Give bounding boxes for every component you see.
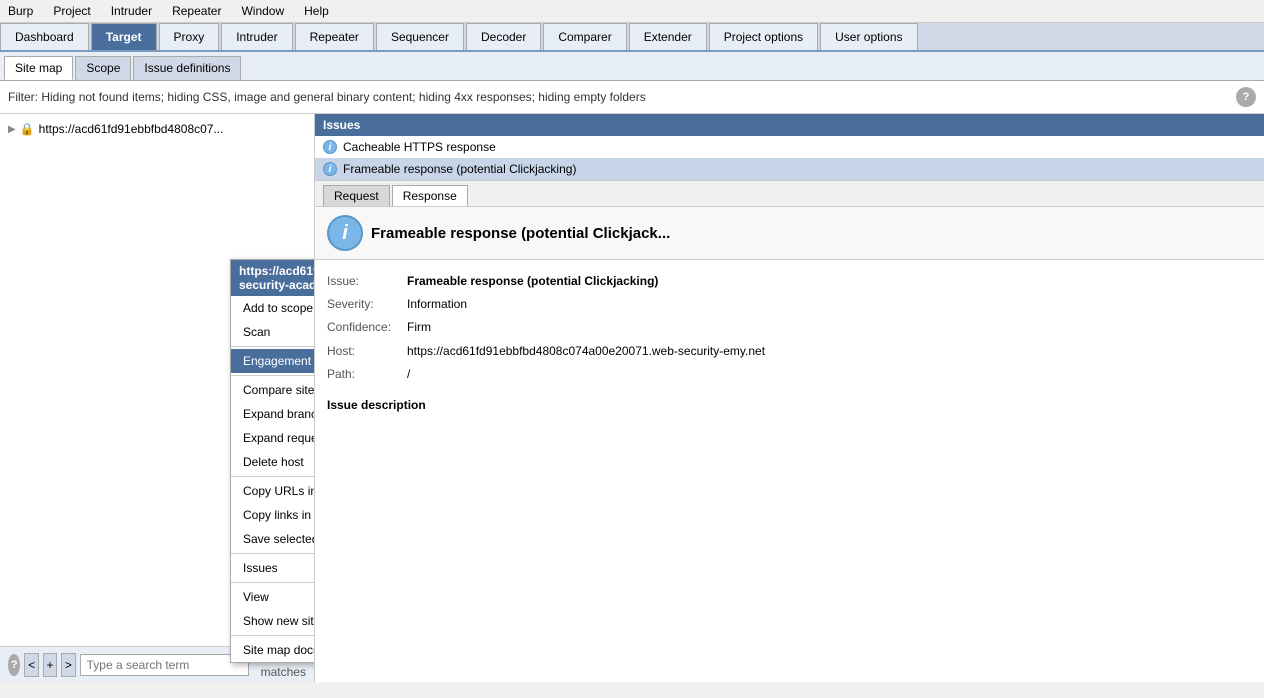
detail-row-path: Path: / bbox=[327, 365, 1252, 384]
subtab-scope[interactable]: Scope bbox=[75, 56, 131, 80]
context-menu: https://acd61fd91ebbfbd4808c...071.web-s… bbox=[230, 259, 315, 663]
detail-label-host: Host: bbox=[327, 342, 407, 361]
left-panel: ▶ 🔒 https://acd61fd91ebbfbd4808c07... ht… bbox=[0, 114, 315, 682]
context-menu-add-to-scope[interactable]: Add to scope bbox=[231, 296, 315, 320]
detail-row-host: Host: https://acd61fd91ebbfbd4808c074a00… bbox=[327, 342, 1252, 361]
menu-help[interactable]: Help bbox=[300, 2, 333, 20]
menu-bar: Burp Project Intruder Repeater Window He… bbox=[0, 0, 1264, 23]
tab-decoder[interactable]: Decoder bbox=[466, 23, 541, 50]
detail-label-confidence: Confidence: bbox=[327, 318, 407, 337]
detail-row-confidence: Confidence: Firm bbox=[327, 318, 1252, 337]
issues-header: Issues bbox=[315, 114, 1264, 136]
context-menu-copy-links[interactable]: Copy links in this host bbox=[231, 503, 315, 527]
main-tab-bar: Dashboard Target Proxy Intruder Repeater… bbox=[0, 23, 1264, 52]
tab-extender[interactable]: Extender bbox=[629, 23, 707, 50]
menu-repeater[interactable]: Repeater bbox=[168, 2, 225, 20]
context-menu-expand-branch[interactable]: Expand branch bbox=[231, 402, 315, 426]
issue-label-cacheable: Cacheable HTTPS response bbox=[343, 140, 496, 154]
menu-intruder[interactable]: Intruder bbox=[107, 2, 156, 20]
detail-title-text: Frameable response (potential Clickjack.… bbox=[371, 225, 670, 242]
issue-description-header: Issue description bbox=[327, 396, 1252, 415]
context-menu-header: https://acd61fd91ebbfbd4808c...071.web-s… bbox=[231, 260, 315, 296]
detail-label-path: Path: bbox=[327, 365, 407, 384]
issue-icon-info-2: i bbox=[323, 162, 337, 176]
detail-value-severity: Information bbox=[407, 295, 467, 314]
tab-dashboard[interactable]: Dashboard bbox=[0, 23, 89, 50]
context-menu-compare-site-maps[interactable]: Compare site maps bbox=[231, 378, 315, 402]
tab-proxy[interactable]: Proxy bbox=[159, 23, 220, 50]
tab-user-options[interactable]: User options bbox=[820, 23, 917, 50]
main-content: ▶ 🔒 https://acd61fd91ebbfbd4808c07... ht… bbox=[0, 114, 1264, 682]
prev-button[interactable]: < bbox=[24, 653, 38, 677]
tab-target[interactable]: Target bbox=[91, 23, 157, 50]
sub-tab-bar: Site map Scope Issue definitions bbox=[0, 52, 1264, 81]
detail-value-path: / bbox=[407, 365, 410, 384]
context-menu-engagement-tools[interactable]: Engagement tools ▶ bbox=[231, 349, 315, 373]
issue-label-frameable: Frameable response (potential Clickjacki… bbox=[343, 162, 576, 176]
detail-body: Issue: Frameable response (potential Cli… bbox=[315, 260, 1264, 427]
separator-4 bbox=[231, 553, 315, 554]
tab-request[interactable]: Request bbox=[323, 185, 390, 206]
host-url: https://acd61fd91ebbfbd4808c07... bbox=[39, 122, 224, 136]
context-menu-issues[interactable]: Issues ▶ bbox=[231, 556, 315, 580]
tab-comparer[interactable]: Comparer bbox=[543, 23, 626, 50]
menu-burp[interactable]: Burp bbox=[4, 2, 37, 20]
tab-repeater[interactable]: Repeater bbox=[295, 23, 374, 50]
req-resp-tabs: Request Response bbox=[315, 181, 1264, 207]
separator-5 bbox=[231, 582, 315, 583]
context-menu-show-new-site-map-window[interactable]: Show new site map window bbox=[231, 609, 315, 633]
tree-host-item[interactable]: ▶ 🔒 https://acd61fd91ebbfbd4808c07... bbox=[0, 118, 314, 140]
next-button[interactable]: > bbox=[61, 653, 75, 677]
detail-title-bar: i Frameable response (potential Clickjac… bbox=[315, 207, 1264, 260]
detail-row-issue: Issue: Frameable response (potential Cli… bbox=[327, 272, 1252, 291]
detail-label-severity: Severity: bbox=[327, 295, 407, 314]
lock-icon: 🔒 bbox=[20, 122, 35, 136]
context-menu-view[interactable]: View ▶ bbox=[231, 585, 315, 609]
right-panel: Issues i Cacheable HTTPS response i Fram… bbox=[315, 114, 1264, 682]
detail-label-issue: Issue: bbox=[327, 272, 407, 291]
detail-icon: i bbox=[327, 215, 363, 251]
issues-section: Issues i Cacheable HTTPS response i Fram… bbox=[315, 114, 1264, 181]
issue-icon-info: i bbox=[323, 140, 337, 154]
menu-window[interactable]: Window bbox=[237, 2, 288, 20]
detail-value-issue: Frameable response (potential Clickjacki… bbox=[407, 272, 658, 291]
subtab-issue-definitions[interactable]: Issue definitions bbox=[133, 56, 241, 80]
separator-1 bbox=[231, 346, 315, 347]
filter-bar: Filter: Hiding not found items; hiding C… bbox=[0, 81, 1264, 114]
context-menu-site-map-documentation[interactable]: Site map documentation bbox=[231, 638, 315, 662]
issue-item-cacheable[interactable]: i Cacheable HTTPS response bbox=[315, 136, 1264, 158]
context-menu-delete-host[interactable]: Delete host bbox=[231, 450, 315, 474]
separator-3 bbox=[231, 476, 315, 477]
detail-panel: i Frameable response (potential Clickjac… bbox=[315, 207, 1264, 682]
tab-project-options[interactable]: Project options bbox=[709, 23, 818, 50]
issue-item-frameable[interactable]: i Frameable response (potential Clickjac… bbox=[315, 158, 1264, 180]
context-menu-scan[interactable]: Scan bbox=[231, 320, 315, 344]
context-menu-copy-urls[interactable]: Copy URLs in this host bbox=[231, 479, 315, 503]
filter-text: Filter: Hiding not found items; hiding C… bbox=[8, 90, 646, 104]
detail-value-host: https://acd61fd91ebbfbd4808c074a00e20071… bbox=[407, 342, 765, 361]
expand-icon: ▶ bbox=[8, 124, 16, 135]
filter-help-button[interactable]: ? bbox=[1236, 87, 1256, 107]
issues-list: i Cacheable HTTPS response i Frameable r… bbox=[315, 136, 1264, 181]
left-help-button[interactable]: ? bbox=[8, 654, 20, 676]
tab-sequencer[interactable]: Sequencer bbox=[376, 23, 464, 50]
detail-row-severity: Severity: Information bbox=[327, 295, 1252, 314]
add-button[interactable]: + bbox=[43, 653, 57, 677]
menu-project[interactable]: Project bbox=[49, 2, 94, 20]
subtab-site-map[interactable]: Site map bbox=[4, 56, 73, 80]
context-menu-expand-requested-items[interactable]: Expand requested items bbox=[231, 426, 315, 450]
tab-response[interactable]: Response bbox=[392, 185, 468, 206]
tree-area: ▶ 🔒 https://acd61fd91ebbfbd4808c07... bbox=[0, 114, 314, 144]
context-menu-save-selected-items[interactable]: Save selected items bbox=[231, 527, 315, 551]
separator-6 bbox=[231, 635, 315, 636]
tab-intruder[interactable]: Intruder bbox=[221, 23, 292, 50]
separator-2 bbox=[231, 375, 315, 376]
detail-value-confidence: Firm bbox=[407, 318, 431, 337]
search-input[interactable] bbox=[80, 654, 249, 676]
